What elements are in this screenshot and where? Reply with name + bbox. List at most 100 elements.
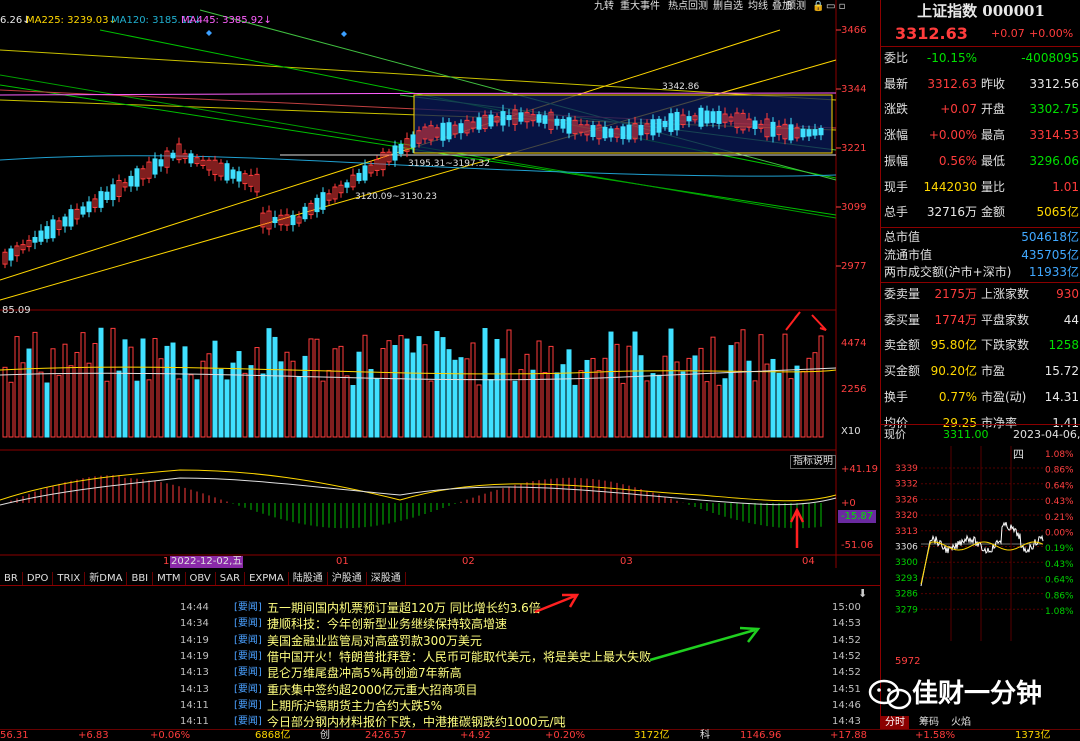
volume-bar — [128, 346, 134, 438]
news-item[interactable]: 14:19 [要闻] 借中国开火！特朗普批拜登：人民币可能取代美元，将是美史上最… — [0, 649, 880, 665]
volume-bar — [410, 352, 416, 438]
news-title[interactable]: 捷顺科技：今年创新型业务继续保持较高增速 — [267, 616, 507, 632]
news-title[interactable]: 借中国开火！特朗普批拜登：人民币可能取代美元，将是美史上最大失败 — [267, 649, 651, 665]
volume-bar — [68, 365, 74, 438]
quote-row: 委买量 1774万 平盘家数 44 — [881, 309, 1080, 331]
volume-bar — [176, 378, 182, 438]
volume-bar — [494, 339, 500, 438]
indicator-tab-3[interactable]: 新DMA — [85, 572, 128, 585]
volume-bar — [452, 359, 458, 438]
indicator-tab-2[interactable]: TRIX — [53, 572, 86, 585]
indicator-tab-7[interactable]: SAR — [216, 572, 246, 585]
quote-row: 换手 0.77% 市盈(动) 14.31 — [881, 386, 1080, 408]
index-title: 上证指数 000001 — [917, 2, 1045, 20]
mini-right-axis-label: 0.43% — [1045, 560, 1074, 570]
current-price-value: 3311.00 — [943, 428, 989, 441]
candlestick — [698, 107, 704, 127]
indicator-tab-1[interactable]: DPO — [23, 572, 54, 585]
quote-value: 1774万 — [934, 312, 977, 327]
indicator-tab-9[interactable]: 陆股通 — [289, 572, 328, 585]
mini-left-axis-label: 3313 — [895, 527, 918, 537]
news-list: 14:44 [要闻] 五一期间国内机票预订量超120万 同比增长约3.6倍 15… — [0, 600, 880, 730]
volume-bar — [98, 327, 104, 438]
candlestick — [224, 163, 230, 181]
current-label: 现价 — [884, 428, 906, 441]
news-title[interactable]: 昆仑万维尾盘冲高5%再创逾7年新高 — [267, 665, 462, 681]
candlestick — [104, 191, 110, 200]
candlestick — [188, 153, 194, 164]
indicator-tab-8[interactable]: EXPMA — [245, 572, 289, 585]
news-item[interactable]: 14:34 [要闻] 捷顺科技：今年创新型业务继续保持较高增速 14:53 — [0, 616, 880, 632]
quote-value: -4008095 — [1021, 51, 1079, 65]
candlestick — [800, 128, 806, 138]
volume-bar — [140, 338, 146, 438]
news-title[interactable]: 今日部分钢内材料报价下跌，中港推碳钢跌约1000元/吨 — [267, 714, 566, 730]
candlestick — [818, 127, 824, 136]
news-title[interactable]: 美国金融业监管局对高盛罚款300万美元 — [267, 633, 482, 649]
news-title[interactable]: 上期所沪锡期货主力合约大跌5% — [267, 698, 442, 714]
news-item[interactable]: 14:11 [要闻] 今日部分钢内材料报价下跌，中港推碳钢跌约1000元/吨 1… — [0, 714, 880, 730]
toolbar-events-button[interactable]: 重大事件 — [620, 0, 660, 14]
window-buttons-icon[interactable]: ▭ ▫ — [826, 0, 845, 14]
volume-bar — [776, 372, 782, 438]
candlestick — [98, 191, 104, 208]
download-icon[interactable]: ⬇ — [858, 587, 867, 600]
news-tag: [要闻] — [234, 650, 262, 662]
volume-bar — [212, 340, 218, 438]
lock-icon[interactable]: 🔒 — [812, 0, 824, 14]
toolbar-ma-button[interactable]: 均线 — [748, 0, 768, 14]
indicator-help-button[interactable]: 指标说明 — [790, 455, 836, 469]
candlestick — [500, 111, 506, 126]
mid-price-annotation: 3195.31~3197.32 — [408, 159, 490, 169]
indicator-tab-6[interactable]: OBV — [186, 572, 216, 585]
volume-bar — [482, 328, 488, 438]
volume-bar — [374, 378, 380, 438]
indicator-tab-11[interactable]: 深股通 — [367, 572, 406, 585]
news-item[interactable]: 14:19 [要闻] 美国金融业监管局对高盛罚款300万美元 14:52 — [0, 633, 880, 649]
candlestick — [674, 111, 680, 131]
news-item[interactable]: 14:44 [要闻] 五一期间国内机票预订量超120万 同比增长约3.6倍 15… — [0, 600, 880, 616]
volume-bar — [710, 336, 716, 438]
news-item[interactable]: 14:11 [要闻] 上期所沪锡期货主力合约大跌5% 14:46 — [0, 698, 880, 714]
news-item[interactable]: 14:13 [要闻] 昆仑万维尾盘冲高5%再创逾7年新高 14:52 — [0, 665, 880, 681]
quote-row: 最新 3312.63 昨收 3312.56 — [881, 73, 1080, 95]
tab-flame[interactable]: 火焰 — [947, 716, 975, 729]
volume-bar — [266, 328, 272, 438]
kline-chart-area[interactable]: 九转 重大事件 热点回测 删自选 均线 叠加 预测 🔒 ▭ ▫ 6.26↓ MA… — [0, 0, 880, 585]
price-change: +0.07 — [991, 27, 1025, 40]
quote-row: 卖金额 95.80亿 下跌家数 1258 — [881, 334, 1080, 356]
indicator-tab-5[interactable]: MTM — [153, 572, 186, 585]
volume-bar — [554, 372, 560, 438]
market-row: 两市成交额(沪市+深市) 11933亿 — [881, 263, 1080, 281]
candlestick — [398, 144, 404, 154]
indicator-tab-0[interactable]: BR — [0, 572, 23, 585]
toolbar-remove-favorite-button[interactable]: 删自选 — [713, 0, 743, 14]
quote-label: 平盘家数 — [981, 312, 1030, 327]
news-item[interactable]: 14:13 [要闻] 重庆集中签约超2000亿元重大招商项目 14:51 — [0, 682, 880, 698]
news-title[interactable]: 五一期间国内机票预订量超120万 同比增长约3.6倍 — [267, 600, 541, 616]
quote-row: 现手 1442030 量比 1.01 — [881, 176, 1080, 198]
indicator-tab-10[interactable]: 沪股通 — [328, 572, 367, 585]
mini-right-axis-label: 0.64% — [1045, 481, 1074, 491]
tab-intraday[interactable]: 分时 — [881, 716, 909, 729]
indicator-tab-4[interactable]: BBI — [127, 572, 154, 585]
event-marker-icon — [206, 30, 212, 36]
tab-chips[interactable]: 筹码 — [915, 716, 943, 729]
quote-value: 3314.53 — [1029, 128, 1079, 143]
news-title[interactable]: 重庆集中签约超2000亿元重大招商项目 — [267, 682, 478, 698]
volume-bar — [416, 336, 422, 438]
quote-value: 3296.06 — [1029, 153, 1079, 168]
toolbar-hotspot-button[interactable]: 热点回测 — [668, 0, 708, 14]
kline-chart-svg[interactable] — [0, 0, 880, 585]
status-item: 科 — [700, 730, 710, 741]
toolbar-jiuzhuan-button[interactable]: 九转 — [594, 0, 614, 14]
status-item: +1.58% — [915, 730, 956, 741]
trend-line — [0, 49, 837, 101]
volume-bar — [500, 358, 506, 438]
quote-row: 涨跌 +0.07 开盘 3302.75 — [881, 98, 1080, 120]
volume-bar — [734, 342, 740, 438]
volume-bar — [284, 351, 290, 438]
candlestick — [686, 116, 692, 122]
volume-bar — [392, 345, 398, 438]
toolbar-forecast-button[interactable]: 预测 — [786, 0, 806, 14]
